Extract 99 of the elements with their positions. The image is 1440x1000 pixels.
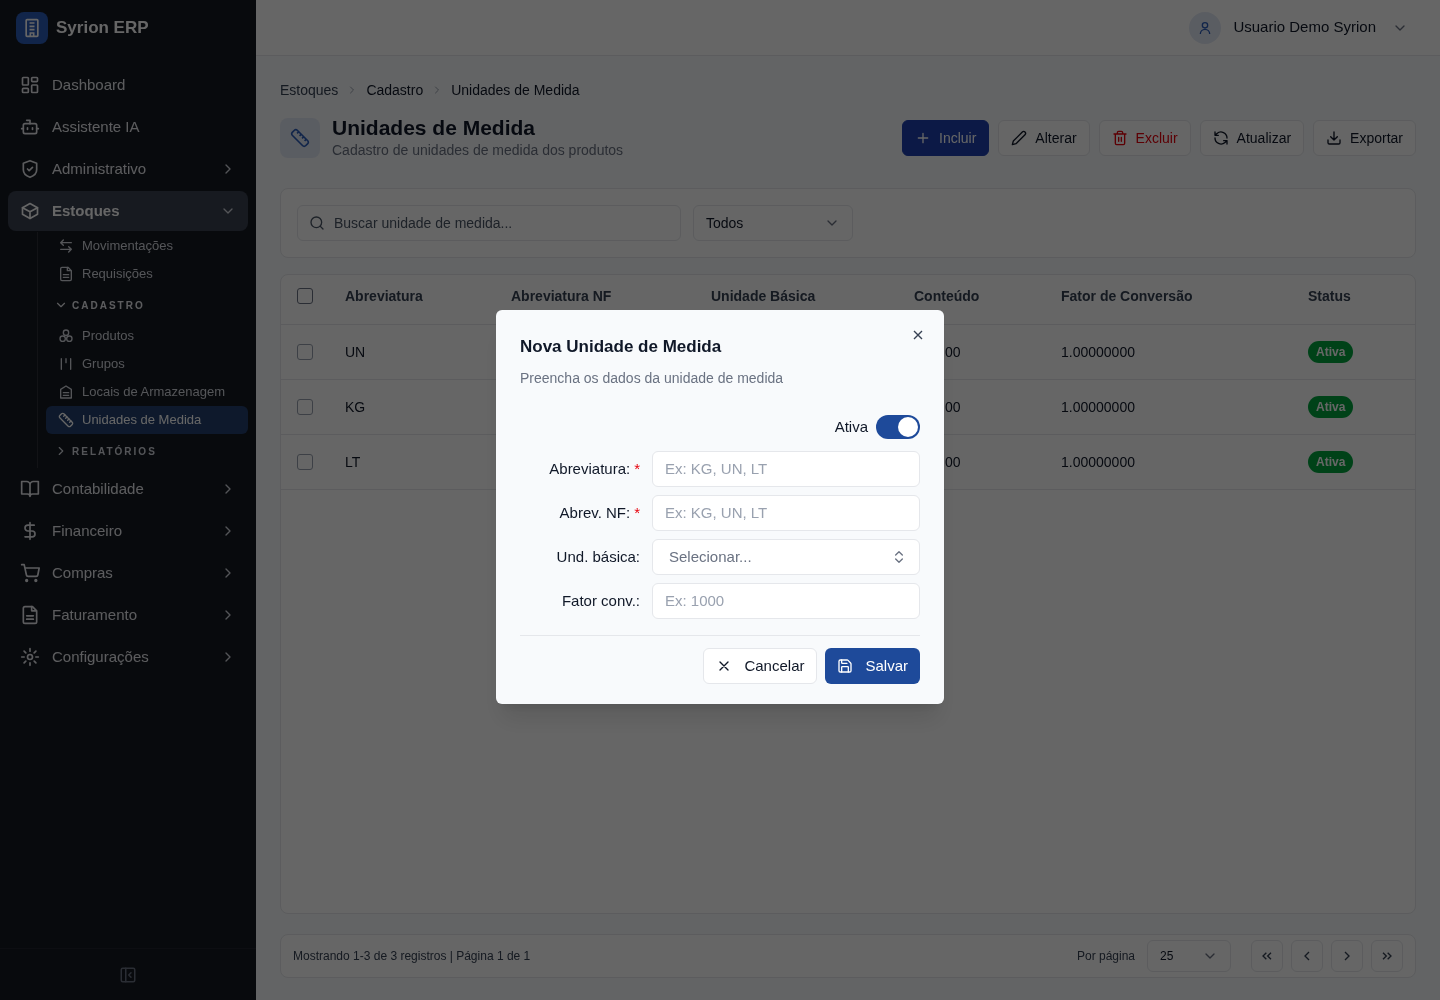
warehouse-icon bbox=[58, 384, 74, 400]
dialog-subtitle: Preencha os dados da unidade de medida bbox=[520, 368, 785, 388]
input-field[interactable]: Ex: KG, UN, LT bbox=[652, 450, 920, 487]
table-cell: UN bbox=[345, 343, 366, 360]
sidebar-item[interactable]: Configurações bbox=[8, 637, 248, 677]
save-icon bbox=[837, 657, 854, 674]
sidebar-section[interactable]: CADASTRO bbox=[46, 288, 248, 322]
sidebar-subitem[interactable]: Grupos bbox=[46, 350, 248, 378]
box-icon bbox=[20, 201, 40, 221]
arrows-icon bbox=[58, 238, 74, 254]
document-icon bbox=[20, 605, 40, 625]
table-cell: 00 bbox=[945, 343, 961, 360]
cancel-button[interactable]: Cancelar bbox=[703, 647, 818, 684]
logo-icon bbox=[16, 12, 48, 44]
status-badge: Ativa bbox=[1308, 341, 1354, 363]
sidebar-item[interactable]: Compras bbox=[8, 553, 248, 593]
select-all-checkbox[interactable] bbox=[297, 288, 313, 304]
grid-icon bbox=[20, 75, 40, 95]
per-page-dropdown[interactable]: 25 bbox=[1147, 940, 1231, 972]
status-dropdown[interactable]: Todos bbox=[693, 205, 853, 241]
app-name: Syrion ERP bbox=[56, 17, 149, 40]
table-cell: 00 bbox=[945, 453, 961, 470]
refresh-icon bbox=[1212, 130, 1229, 146]
search-field[interactable]: Buscar unidade de medida... bbox=[297, 205, 681, 241]
previous-page-button[interactable] bbox=[1291, 940, 1323, 972]
shield-icon bbox=[20, 159, 40, 179]
delete-button[interactable]: Excluir bbox=[1098, 120, 1191, 156]
field-label: Abrev. NF: * bbox=[558, 502, 640, 523]
field-label: Abreviatura: * bbox=[548, 458, 640, 479]
table-cell: 1.00000000 bbox=[1061, 453, 1135, 470]
page-title: Unidades de Medida bbox=[332, 115, 537, 140]
sidebar-item[interactable]: Administrativo bbox=[8, 149, 248, 189]
column-header: Status bbox=[1308, 288, 1351, 304]
field-label: Und. básica: bbox=[555, 546, 640, 567]
dialog-title: Nova Unidade de Medida bbox=[520, 336, 723, 359]
table-cell: KG bbox=[345, 398, 366, 415]
sidebar-subitem[interactable]: Requisições bbox=[46, 260, 248, 288]
column-header: Abreviatura NF bbox=[511, 288, 612, 304]
status-badge: Ativa bbox=[1308, 396, 1354, 418]
field-label: Fator conv.: bbox=[560, 590, 640, 611]
column-header: Conteúdo bbox=[914, 288, 980, 304]
input-field[interactable]: Ex: KG, UN, LT bbox=[652, 494, 920, 531]
download-icon bbox=[1326, 130, 1343, 146]
column-header: Abreviatura bbox=[345, 288, 423, 304]
edit-button[interactable]: Alterar bbox=[998, 120, 1090, 156]
plus-icon bbox=[915, 130, 931, 146]
active-toggle[interactable] bbox=[876, 414, 920, 439]
table-cell: 1.00000000 bbox=[1061, 343, 1135, 360]
pencil-icon bbox=[1011, 130, 1028, 146]
toggle-label: Ativa bbox=[834, 416, 868, 437]
document-icon bbox=[58, 266, 74, 282]
status-badge: Ativa bbox=[1308, 451, 1354, 473]
avatar-icon bbox=[1189, 11, 1222, 44]
book-icon bbox=[20, 479, 40, 499]
page-subtitle: Cadastro de unidades de medida dos produtos bbox=[332, 140, 624, 160]
column-header: Fator de Conversão bbox=[1061, 288, 1193, 304]
table-cell: 00 bbox=[945, 398, 961, 415]
ruler-icon bbox=[280, 118, 320, 158]
next-page-button[interactable] bbox=[1331, 940, 1363, 972]
sidebar-item[interactable]: Contabilidade bbox=[8, 469, 248, 509]
table-cell: LT bbox=[345, 453, 361, 470]
sidebar-subitem[interactable]: Movimentações bbox=[46, 232, 248, 260]
row-checkbox[interactable] bbox=[297, 454, 313, 470]
input-field[interactable]: Ex: 1000 bbox=[652, 582, 920, 619]
sidebar-section[interactable]: RELATÓRIOS bbox=[46, 434, 248, 468]
search-icon bbox=[309, 215, 325, 231]
sidebar-item[interactable]: Estoques bbox=[8, 191, 248, 231]
row-checkbox[interactable] bbox=[297, 399, 313, 415]
trash-icon bbox=[1111, 130, 1128, 146]
gear-icon bbox=[20, 647, 40, 667]
add-button[interactable]: Incluir bbox=[902, 120, 990, 156]
export-button[interactable]: Exportar bbox=[1313, 120, 1416, 156]
user-menu[interactable]: Usuario Demo Syrion bbox=[1189, 11, 1408, 44]
save-button[interactable]: Salvar bbox=[825, 647, 920, 684]
first-page-button[interactable] bbox=[1251, 940, 1283, 972]
breadcrumb-link[interactable]: Unidades de Medida bbox=[451, 79, 580, 101]
sidebar-item[interactable]: Assistente IA bbox=[8, 107, 248, 147]
sidebar-item[interactable]: Financeiro bbox=[8, 511, 248, 551]
bars-icon bbox=[58, 356, 74, 372]
cart-icon bbox=[20, 563, 40, 583]
table-cell: 1.00000000 bbox=[1061, 398, 1135, 415]
robot-icon bbox=[20, 117, 40, 137]
per-page-label: Por página bbox=[1076, 948, 1135, 965]
sidebar-subitem[interactable]: Produtos bbox=[46, 322, 248, 350]
circles-icon bbox=[58, 328, 74, 344]
ruler-icon bbox=[58, 412, 74, 428]
last-page-button[interactable] bbox=[1371, 940, 1403, 972]
refresh-button[interactable]: Atualizar bbox=[1199, 120, 1305, 156]
breadcrumb-link[interactable]: Cadastro bbox=[366, 79, 424, 101]
collapse-sidebar-icon[interactable] bbox=[119, 965, 137, 984]
sidebar-subitem[interactable]: Unidades de Medida bbox=[46, 406, 248, 434]
select-field[interactable]: Selecionar... bbox=[652, 538, 920, 575]
record-summary: Mostrando 1-3 de 3 registros | Página 1 de 1 bbox=[293, 948, 531, 965]
sidebar-item[interactable]: Faturamento bbox=[8, 595, 248, 635]
row-checkbox[interactable] bbox=[297, 344, 313, 360]
sidebar-item[interactable]: Dashboard bbox=[8, 65, 248, 105]
sidebar-subitem[interactable]: Locais de Armazenagem bbox=[46, 378, 248, 406]
breadcrumb-link[interactable]: Estoques bbox=[280, 79, 339, 101]
column-header: Unidade Básica bbox=[711, 288, 816, 304]
